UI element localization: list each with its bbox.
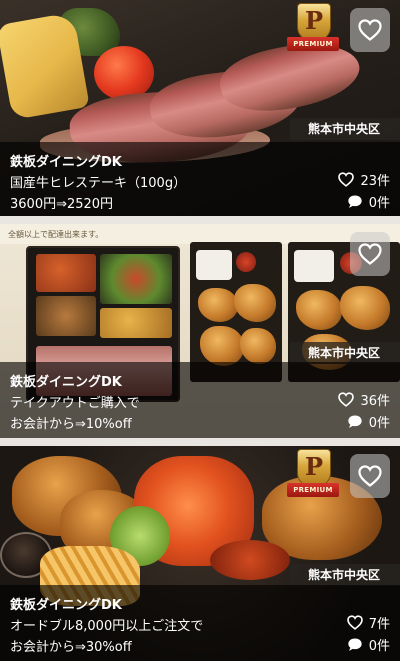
speech-bubble-icon — [348, 195, 362, 208]
area-tag: 熊本市中央区 — [290, 118, 400, 140]
likes-value: 36件 — [360, 394, 390, 409]
photo-dish — [36, 296, 96, 336]
photo-dish — [36, 254, 96, 292]
area-tag: 熊本市中央区 — [290, 342, 400, 364]
photo-karaage — [240, 328, 276, 364]
heart-outline-icon — [338, 172, 355, 187]
post-feed: P PREMIUM 熊本市中央区 鉄板ダイニングDK 国産牛ヒレステーキ（100… — [0, 0, 400, 661]
premium-letter: P — [304, 452, 324, 481]
photo-crab — [210, 540, 290, 580]
premium-ribbon: PREMIUM — [287, 37, 339, 51]
likes-value: 7件 — [368, 617, 390, 632]
speech-bubble-icon — [348, 415, 362, 428]
photo-dish — [100, 308, 172, 338]
shop-name[interactable]: 鉄板ダイニングDK — [10, 371, 122, 390]
premium-badge: P PREMIUM — [287, 3, 339, 57]
offer-title: テイクアウトご購入で — [10, 396, 140, 411]
shop-name[interactable]: 鉄板ダイニングDK — [10, 151, 122, 170]
shop-name[interactable]: 鉄板ダイニングDK — [10, 594, 122, 613]
likes-count[interactable]: 23件 — [338, 170, 390, 189]
photo-rice — [196, 250, 232, 280]
comments-value: 0件 — [368, 196, 390, 211]
photo-karaage — [340, 286, 390, 330]
comments-count[interactable]: 0件 — [347, 412, 390, 431]
comments-count[interactable]: 0件 — [347, 635, 390, 654]
likes-count[interactable]: 36件 — [338, 390, 390, 409]
photo-dish — [236, 252, 256, 272]
heart-outline-icon — [358, 243, 382, 265]
post-info: 鉄板ダイニングDK オードブル8,000円以上ご注文で お会計から⇒30%off… — [0, 585, 400, 661]
photo-tomato — [94, 46, 154, 100]
post-card[interactable]: P PREMIUM 熊本市中央区 鉄板ダイニングDK 国産牛ヒレステーキ（100… — [0, 0, 400, 216]
comments-value: 0件 — [368, 639, 390, 654]
offer-detail: お会計から⇒10%off — [10, 417, 132, 432]
heart-outline-icon — [358, 19, 382, 41]
heart-outline-icon — [358, 465, 382, 487]
offer-detail: お会計から⇒30%off — [10, 640, 132, 655]
offer-title: オードブル8,000円以上ご注文で — [10, 619, 204, 634]
post-info: 鉄板ダイニングDK 国産牛ヒレステーキ（100g） 3600円⇒2520円 23… — [0, 142, 400, 216]
photo-karaage — [200, 326, 244, 366]
photo-rice — [294, 250, 334, 282]
favorite-button[interactable] — [350, 232, 390, 276]
favorite-button[interactable] — [350, 454, 390, 498]
photo-dish — [100, 254, 172, 304]
heart-outline-icon — [346, 615, 363, 630]
flyer-note: 全額以上で配達出来ます。 — [0, 224, 400, 244]
speech-bubble-icon — [348, 638, 362, 651]
likes-value: 23件 — [360, 174, 390, 189]
offer-detail: 3600円⇒2520円 — [10, 197, 114, 212]
premium-ribbon: PREMIUM — [287, 483, 339, 497]
offer-title: 国産牛ヒレステーキ（100g） — [10, 176, 187, 191]
premium-letter: P — [304, 6, 324, 35]
comments-value: 0件 — [368, 416, 390, 431]
likes-count[interactable]: 7件 — [346, 613, 390, 632]
heart-outline-icon — [338, 392, 355, 407]
photo-karaage — [234, 284, 276, 322]
photo-karaage — [198, 288, 238, 322]
area-tag: 熊本市中央区 — [290, 564, 400, 586]
post-info: 鉄板ダイニングDK テイクアウトご購入で お会計から⇒10%off 36件 0件 — [0, 362, 400, 438]
comments-count[interactable]: 0件 — [347, 192, 390, 211]
premium-badge: P PREMIUM — [287, 449, 339, 503]
post-card[interactable]: P PREMIUM 熊本市中央区 鉄板ダイニングDK オードブル8,000円以上… — [0, 446, 400, 661]
photo-karaage — [296, 290, 342, 330]
post-card[interactable]: 全額以上で配達出来ます。 熊本市中央区 鉄板ダイニングDK テイクアウトご購入で… — [0, 224, 400, 438]
photo-bento-box — [190, 242, 282, 382]
favorite-button[interactable] — [350, 8, 390, 52]
